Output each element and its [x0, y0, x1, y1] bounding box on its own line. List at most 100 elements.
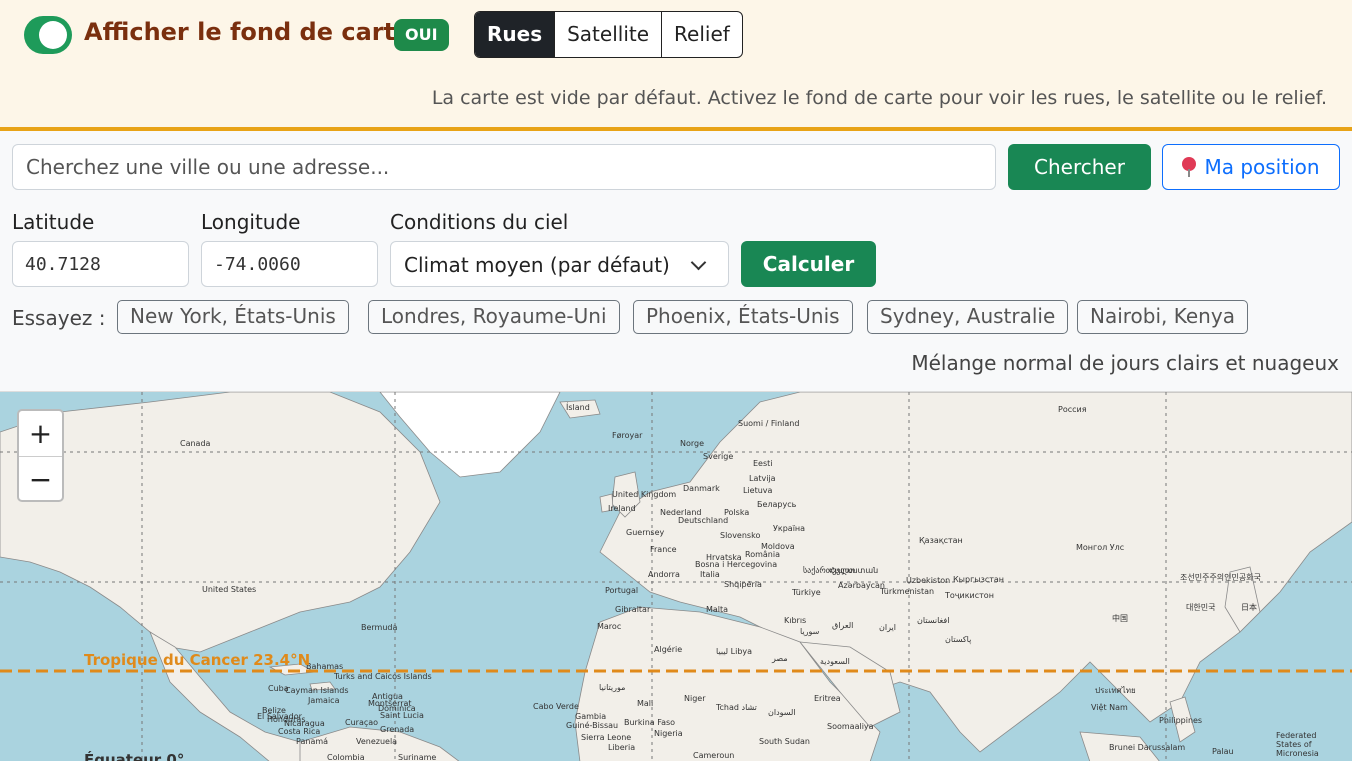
latitude-input[interactable] [12, 241, 189, 287]
basemap-satellite-button[interactable]: Satellite [555, 12, 663, 57]
map-label: Deutschland [678, 516, 729, 525]
map-label: Suriname [398, 753, 437, 761]
basemap-streets-button[interactable]: Rues [475, 12, 556, 57]
map-label: Polska [724, 508, 750, 517]
map-label: România [745, 550, 780, 559]
map-label: Federated States of Micronesia [1276, 731, 1319, 758]
map-label: ประเทศไทย [1095, 686, 1136, 695]
sky-conditions-label: Conditions du ciel [390, 210, 569, 234]
map-label: Nigeria [654, 729, 683, 738]
latitude-label: Latitude [12, 210, 95, 234]
map-label: پاکستان [945, 635, 972, 644]
example-chip-new-york[interactable]: New York, États-Unis [117, 300, 349, 334]
map-label: Sierra Leone [581, 733, 632, 742]
my-position-label: Ma position [1204, 155, 1320, 179]
longitude-input[interactable] [201, 241, 378, 287]
map-label: United Kingdom [612, 490, 677, 499]
map-label: Costa Rica [278, 727, 321, 736]
map-label: Saint Lucia [380, 711, 424, 720]
map-label: Lietuva [743, 486, 773, 495]
map-label: Bahamas [306, 662, 344, 671]
example-chip-sydney[interactable]: Sydney, Australie [867, 300, 1069, 334]
my-position-button[interactable]: Ma position [1162, 144, 1340, 190]
zoom-out-button[interactable]: − [19, 456, 62, 501]
map-label: Algérie [654, 645, 683, 654]
map-label: Panamá [296, 737, 329, 746]
map-label: Palau [1212, 747, 1234, 756]
map-label: Bermuda [361, 623, 398, 632]
map-label: Føroyar [612, 431, 643, 440]
map-label: Philippines [1159, 716, 1203, 725]
map-label: Kıbrıs [784, 616, 807, 625]
toggle-knob [39, 21, 67, 49]
map-label: Кыргызстан [953, 575, 1005, 584]
map-label: Venezuela [356, 737, 398, 746]
toggle-status-badge: OUI [394, 19, 449, 51]
chevron-down-icon [690, 254, 707, 271]
map-label: Tchad تشاد [716, 703, 757, 712]
map-label: 日本 [1241, 603, 1257, 612]
zoom-in-button[interactable]: + [19, 411, 62, 456]
map-label: Malta [706, 605, 729, 614]
map-label: Тоҷикистон [945, 591, 994, 600]
longitude-label: Longitude [201, 210, 301, 234]
sky-conditions-select[interactable]: Climat moyen (par défaut) [390, 241, 729, 287]
map-label: Հայաստան [829, 566, 879, 575]
map-label: Grenada [380, 725, 415, 734]
map-label: موريتانيا [599, 683, 626, 692]
map-label: 中国 [1112, 614, 1128, 623]
map-label: Turks and Caicos Islands [334, 672, 432, 681]
map-label: Burkina Faso [624, 718, 676, 727]
zoom-control: + − [17, 409, 64, 502]
map-label: Jamaica [308, 696, 340, 705]
map-label: Maroc [597, 622, 622, 631]
example-chip-phoenix[interactable]: Phoenix, États-Unis [633, 300, 853, 334]
map-label: Portugal [605, 586, 639, 595]
map-label: Cabo Verde [533, 702, 579, 711]
basemap-title: Afficher le fond de carte [84, 18, 412, 46]
map-label: Cayman Islands [285, 686, 349, 695]
search-input[interactable] [12, 144, 996, 190]
map-label: Україна [773, 524, 806, 533]
map-label: Gibraltar [615, 605, 651, 614]
map-label: Mali [637, 699, 654, 708]
map-label: Soomaaliya [827, 722, 874, 731]
map-label: Ireland [608, 504, 636, 513]
map-label: Россия [1058, 405, 1087, 414]
map-label: Қазақстан [919, 536, 963, 545]
location-pin-icon [1182, 157, 1197, 177]
sky-description: Mélange normal de jours clairs et nuageu… [911, 351, 1339, 375]
equator-label: Équateur 0° [84, 751, 185, 761]
map-label: Shqipëria [724, 580, 762, 589]
calculate-button[interactable]: Calculer [741, 241, 876, 287]
search-button[interactable]: Chercher [1008, 144, 1151, 190]
map-label: مصر [772, 654, 788, 663]
map-label: 대한민국 [1186, 603, 1216, 612]
example-chip-nairobi[interactable]: Nairobi, Kenya [1077, 300, 1248, 334]
map-label: Guernsey [626, 528, 665, 537]
examples-label: Essayez : [12, 306, 106, 330]
map-label: Gambia [575, 712, 607, 721]
map-label: Andorra [648, 570, 680, 579]
basemap-note: La carte est vide par défaut. Activez le… [431, 87, 1327, 109]
map-label: Curaçao [345, 718, 379, 727]
map-label: Colombia [327, 753, 365, 761]
map-label: Eesti [753, 459, 773, 468]
map-label: Bosna i Hercegovina [695, 560, 778, 569]
sky-conditions-value: Climat moyen (par défaut) [404, 253, 670, 277]
map-label: Монгол Улс [1076, 543, 1125, 552]
basemap-toggle[interactable] [24, 16, 72, 54]
map-label: Sverige [703, 452, 734, 461]
map-label: Danmark [683, 484, 720, 493]
world-map[interactable]: Canada United States Ísland Føroyar Norg… [0, 391, 1352, 761]
example-chip-london[interactable]: Londres, Royaume-Uni [368, 300, 620, 334]
map-label: Беларусь [757, 500, 797, 509]
basemap-selector: Rues Satellite Relief [474, 11, 743, 58]
map-label: Brunei Darussalam [1109, 743, 1186, 752]
map-label: ليبيا Libya [716, 647, 753, 656]
map-label: Türkiye [792, 588, 821, 597]
map-label: افغانستان [917, 616, 950, 625]
map-label: United States [202, 585, 257, 594]
map-label: Liberia [608, 743, 636, 752]
basemap-relief-button[interactable]: Relief [662, 12, 742, 57]
